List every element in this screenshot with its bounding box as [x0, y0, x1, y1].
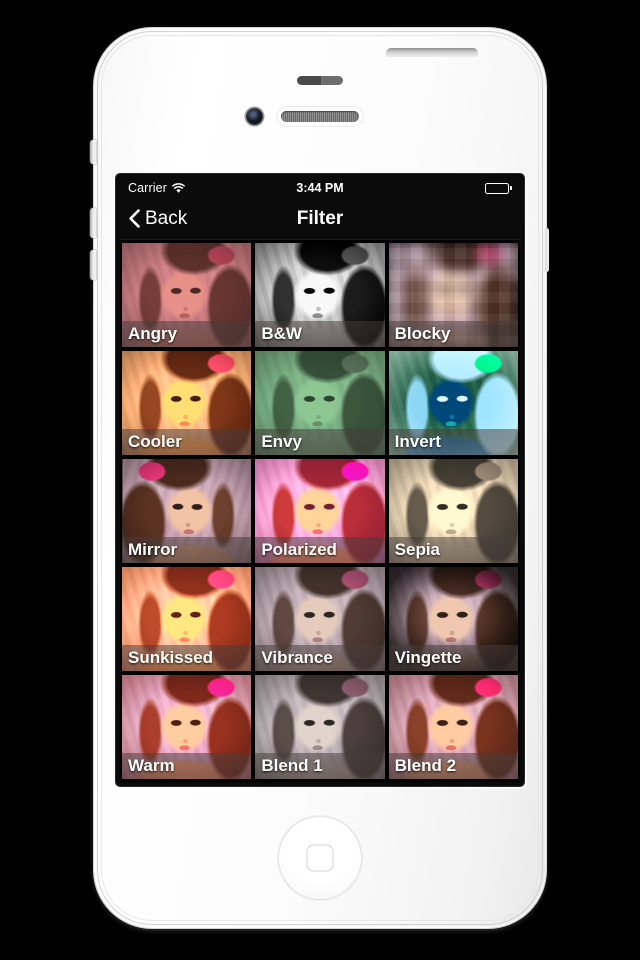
- filter-tile-vibrance[interactable]: Vibrance: [255, 567, 385, 671]
- filter-tile-mirror[interactable]: Mirror: [122, 459, 252, 563]
- filter-tile-invert[interactable]: Invert: [388, 351, 518, 455]
- filter-tile-envy[interactable]: Envy: [255, 351, 385, 455]
- back-button-label: Back: [145, 207, 188, 229]
- carrier-label: Carrier: [128, 181, 167, 195]
- filter-tile-bw[interactable]: B&W: [255, 243, 385, 347]
- filter-tile-label: Blend 1: [255, 753, 385, 779]
- filter-tile-label: B&W: [255, 321, 385, 347]
- filter-tile-cooler[interactable]: Cooler: [122, 351, 252, 455]
- filter-tile-label: Vingette: [388, 645, 518, 671]
- filter-tile-label: Warm: [122, 753, 252, 779]
- screen: Carrier 3:44 PM Back Filter Angry B&W Bl…: [120, 178, 520, 782]
- filter-tile-sepia[interactable]: Sepia: [388, 459, 518, 563]
- wifi-icon: [172, 182, 185, 194]
- proximity-sensor-icon: [297, 76, 343, 85]
- filter-tile-label: Envy: [255, 429, 385, 455]
- chevron-left-icon: [128, 209, 140, 228]
- filter-tile-warm[interactable]: Warm: [122, 675, 252, 779]
- screen-bezel: Carrier 3:44 PM Back Filter Angry B&W Bl…: [116, 174, 524, 786]
- mute-switch[interactable]: [90, 140, 97, 164]
- volume-up-button[interactable]: [90, 208, 97, 238]
- home-button[interactable]: [278, 816, 362, 900]
- filter-tile-vingette[interactable]: Vingette: [388, 567, 518, 671]
- filter-tile-label: Blocky: [388, 321, 518, 347]
- filter-tile-polarized[interactable]: Polarized: [255, 459, 385, 563]
- front-camera-icon: [246, 108, 263, 125]
- filter-tile-label: Vibrance: [255, 645, 385, 671]
- filter-tile-label: Mirror: [122, 537, 252, 563]
- filter-tile-label: Sepia: [388, 537, 518, 563]
- filter-tile-label: Cooler: [122, 429, 252, 455]
- filter-tile-label: Sunkissed: [122, 645, 252, 671]
- filter-tile-blend2[interactable]: Blend 2: [388, 675, 518, 779]
- earpiece-speaker-icon: [281, 111, 359, 122]
- home-button-square-icon: [306, 844, 334, 872]
- filter-tile-label: Blend 2: [388, 753, 518, 779]
- battery-full-icon: [485, 182, 512, 194]
- filter-tile-blend1[interactable]: Blend 1: [255, 675, 385, 779]
- filter-tile-sunkissed[interactable]: Sunkissed: [122, 567, 252, 671]
- status-bar: Carrier 3:44 PM: [120, 178, 520, 198]
- back-button[interactable]: Back: [128, 208, 187, 230]
- filter-tile-blocky[interactable]: Blocky: [388, 243, 518, 347]
- device-frame: Carrier 3:44 PM Back Filter Angry B&W Bl…: [90, 28, 549, 928]
- sim-tray-slot: [545, 228, 549, 272]
- filter-tile-label: Angry: [122, 321, 252, 347]
- filter-tile-angry[interactable]: Angry: [122, 243, 252, 347]
- filter-tile-label: Polarized: [255, 537, 385, 563]
- power-button[interactable]: [386, 48, 478, 57]
- filter-tile-label: Invert: [388, 429, 518, 455]
- nav-bar: Back Filter: [120, 198, 520, 240]
- filter-grid[interactable]: Angry B&W Blocky Cooler Envy Invert Mirror Pola…: [120, 240, 520, 782]
- volume-down-button[interactable]: [90, 250, 97, 280]
